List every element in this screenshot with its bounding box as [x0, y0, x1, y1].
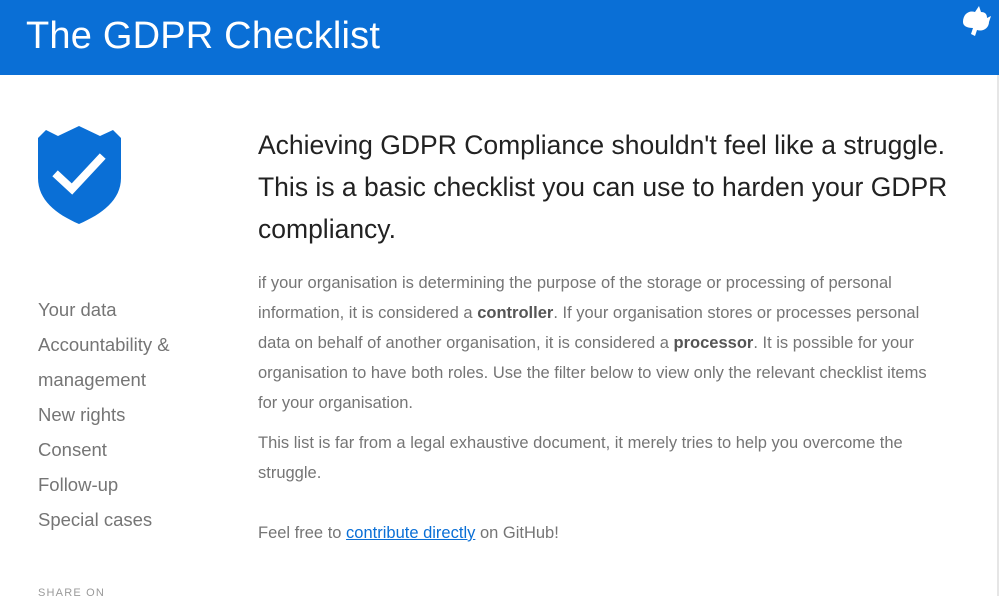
- contribute-suffix: on GitHub!: [475, 524, 559, 542]
- main-content: Achieving GDPR Compliance shouldn't feel…: [258, 124, 948, 558]
- nav-item-special-cases[interactable]: Special cases: [38, 502, 218, 537]
- processor-term: processor: [673, 334, 754, 352]
- disclaimer-paragraph: This list is far from a legal exhaustive…: [258, 434, 903, 482]
- github-corner[interactable]: [919, 0, 999, 75]
- shield-check-icon: [38, 126, 121, 224]
- sidebar-nav: Your data Accountability & management Ne…: [38, 292, 218, 537]
- contribute-link[interactable]: contribute directly: [346, 524, 475, 542]
- nav-item-management[interactable]: management: [38, 362, 218, 397]
- site-header: The GDPR Checklist: [0, 0, 999, 75]
- nav-item-your-data[interactable]: Your data: [38, 292, 218, 327]
- site-title[interactable]: The GDPR Checklist: [26, 12, 380, 60]
- nav-item-accountability[interactable]: Accountability &: [38, 327, 218, 362]
- contribute-prefix: Feel free to: [258, 524, 347, 542]
- lead-heading: Achieving GDPR Compliance shouldn't feel…: [258, 130, 948, 244]
- nav-item-consent[interactable]: Consent: [38, 432, 218, 467]
- intro-paragraph: if your organisation is determining the …: [258, 268, 948, 418]
- contribute-paragraph: Feel free to contribute directly on GitH…: [258, 518, 948, 548]
- nav-item-new-rights[interactable]: New rights: [38, 397, 218, 432]
- share-on-label: SHARE ON: [38, 587, 106, 596]
- nav-item-follow-up[interactable]: Follow-up: [38, 467, 218, 502]
- controller-term: controller: [477, 304, 554, 322]
